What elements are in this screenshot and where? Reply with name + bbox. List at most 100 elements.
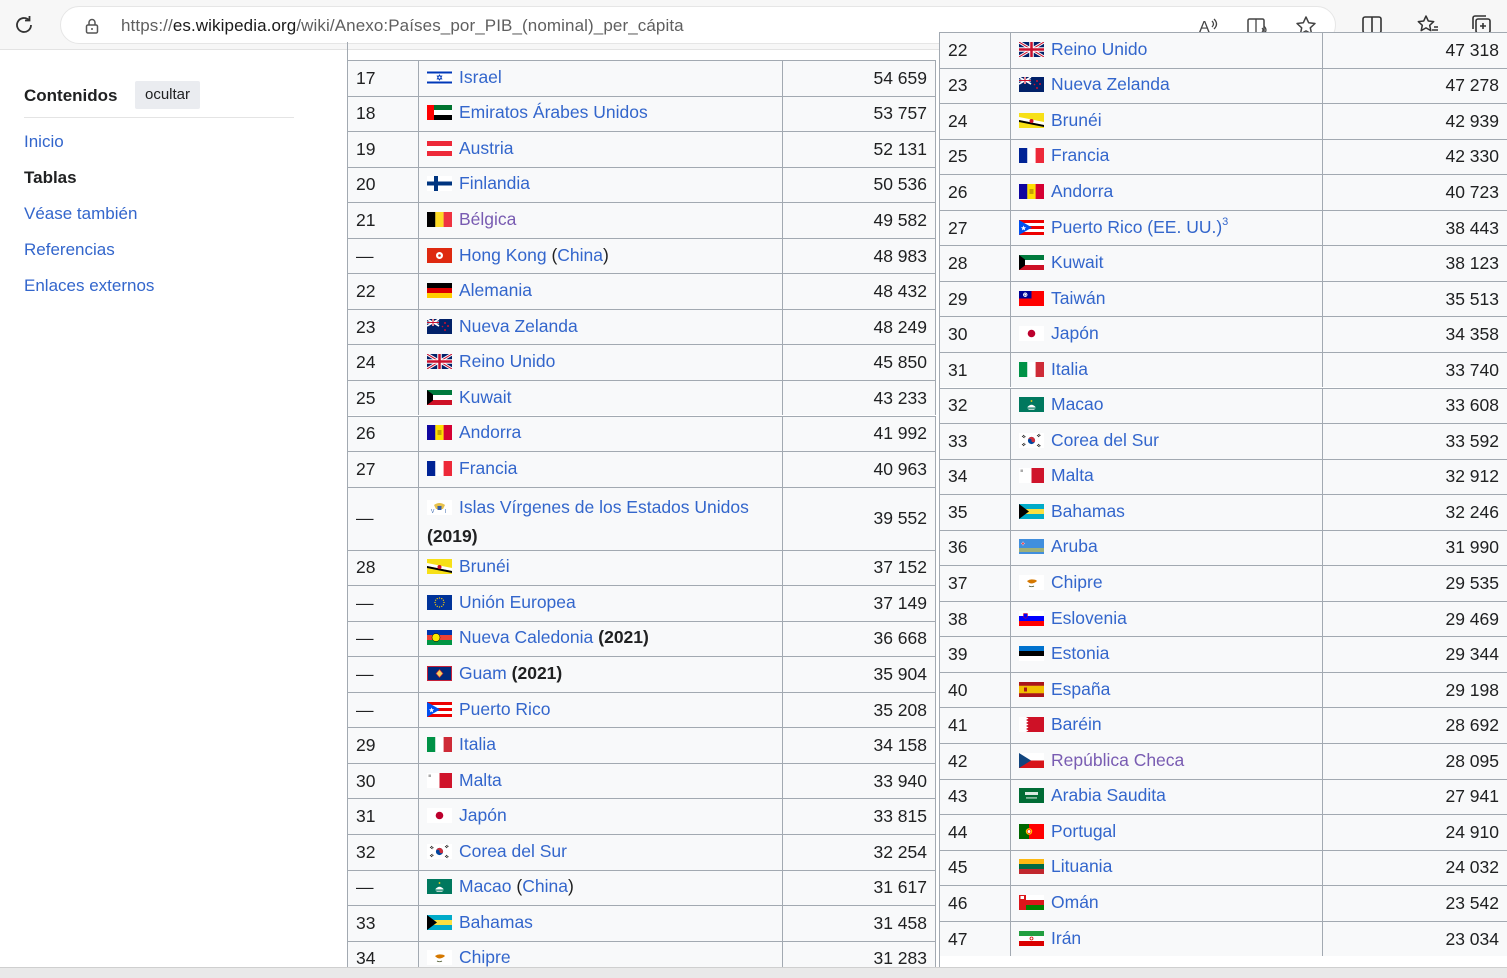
country-link[interactable]: España [1051,679,1110,700]
country-link[interactable]: Andorra [459,422,521,443]
country-link[interactable]: Eslovenia [1051,608,1127,629]
flag-saudi-icon[interactable] [1019,788,1044,804]
flag-malta-icon[interactable] [427,772,452,788]
toc-item-referencias[interactable]: Referencias [24,240,115,260]
lock-icon[interactable] [83,17,101,35]
flag-andorra-icon[interactable] [1019,183,1044,199]
flag-brunei-icon[interactable] [427,559,452,575]
country-link[interactable]: Islas Vírgenes de los Estados Unidos [459,494,749,521]
flag-nz-icon[interactable] [1019,77,1044,93]
flag-portugal-icon[interactable] [1019,823,1044,839]
country-link[interactable]: Andorra [1051,181,1113,202]
flag-pr-icon[interactable] [427,701,452,717]
flag-israel-icon[interactable] [427,69,452,85]
country-link[interactable]: Emiratos Árabes Unidos [459,102,648,123]
country-link[interactable]: Japón [459,805,507,826]
country-link[interactable]: Chipre [1051,572,1103,593]
country-link[interactable]: Unión Europea [459,592,576,613]
flag-uae-icon[interactable] [427,105,452,121]
country-link[interactable]: Reino Unido [1051,39,1147,60]
flag-kuwait-icon[interactable] [1019,255,1044,271]
flag-czech-icon[interactable] [1019,752,1044,768]
country-link[interactable]: República Checa [1051,750,1184,771]
country-link[interactable]: Guam [459,663,507,684]
country-link[interactable]: Malta [1051,465,1094,486]
sovereign-link[interactable]: China [522,876,568,897]
flag-cyprus-icon[interactable] [427,950,452,966]
flag-uk-icon[interactable] [1019,41,1044,57]
flag-newcal-icon[interactable] [427,630,452,646]
sovereign-link[interactable]: China [557,245,603,266]
flag-korea-icon[interactable] [1019,432,1044,448]
country-link[interactable]: Bahamas [459,912,533,933]
flag-belgium-icon[interactable] [427,211,452,227]
country-link[interactable]: Israel [459,67,502,88]
country-link[interactable]: Omán [1051,892,1099,913]
reference-link[interactable]: 3 [1222,216,1228,228]
country-link[interactable]: Reino Unido [459,351,555,372]
toc-item-tablas[interactable]: Tablas [24,168,77,188]
country-link[interactable]: Macao [1051,394,1104,415]
flag-uk-icon[interactable] [427,354,452,370]
country-link[interactable]: Italia [1051,359,1088,380]
country-link[interactable]: Kuwait [459,387,512,408]
country-link[interactable]: Malta [459,770,502,791]
country-link[interactable]: Italia [459,734,496,755]
flag-slovenia-icon[interactable] [1019,610,1044,626]
flag-austria-icon[interactable] [427,140,452,156]
country-link[interactable]: Brunéi [459,556,510,577]
flag-iran-icon[interactable] [1019,930,1044,946]
flag-oman-icon[interactable] [1019,894,1044,910]
country-link[interactable]: Taiwán [1051,288,1105,309]
country-link[interactable]: Macao [459,876,512,897]
country-link[interactable]: Chipre [459,947,511,968]
flag-nz-icon[interactable] [427,318,452,334]
flag-spain-icon[interactable] [1019,681,1044,697]
flag-macao-icon[interactable] [427,879,452,895]
flag-cyprus-icon[interactable] [1019,575,1044,591]
country-link[interactable]: Brunéi [1051,110,1102,131]
country-link[interactable]: Nueva Zelanda [1051,74,1170,95]
country-link[interactable]: Nueva Caledonia [459,627,593,648]
toc-hide-button[interactable]: ocultar [135,81,201,109]
country-link[interactable]: Puerto Rico (EE. UU.) [1051,217,1222,238]
flag-korea-icon[interactable] [427,843,452,859]
country-link[interactable]: Japón [1051,323,1099,344]
flag-france-icon[interactable] [427,460,452,476]
country-link[interactable]: Alemania [459,280,532,301]
country-link[interactable]: Bélgica [459,209,516,230]
flag-malta-icon[interactable] [1019,468,1044,484]
toc-item-enlaces-externos[interactable]: Enlaces externos [24,276,154,296]
country-link[interactable]: Lituania [1051,856,1112,877]
country-link[interactable]: Portugal [1051,821,1116,842]
flag-lithuania-icon[interactable] [1019,859,1044,875]
country-link[interactable]: Aruba [1051,536,1098,557]
flag-italy-icon[interactable] [427,737,452,753]
flag-pr-icon[interactable] [1019,219,1044,235]
flag-france-icon[interactable] [1019,148,1044,164]
flag-eu-icon[interactable] [427,594,452,610]
flag-brunei-icon[interactable] [1019,112,1044,128]
country-link[interactable]: Baréin [1051,714,1102,735]
flag-italy-icon[interactable] [1019,361,1044,377]
country-link[interactable]: Corea del Sur [459,841,567,862]
country-link[interactable]: Francia [459,458,517,479]
toc-item-véase-también[interactable]: Véase también [24,204,137,224]
flag-finland-icon[interactable] [427,176,452,192]
flag-bahrain-icon[interactable] [1019,717,1044,733]
flag-bahamas-icon[interactable] [1019,503,1044,519]
country-link[interactable]: Finlandia [459,173,530,194]
flag-japan-icon[interactable] [1019,326,1044,342]
country-link[interactable]: Estonia [1051,643,1109,664]
country-link[interactable]: Arabia Saudita [1051,785,1166,806]
country-link[interactable]: Hong Kong [459,245,547,266]
country-link[interactable]: Puerto Rico [459,699,550,720]
country-link[interactable]: Austria [459,138,513,159]
flag-bahamas-icon[interactable] [427,914,452,930]
flag-aruba-icon[interactable] [1019,539,1044,555]
country-link[interactable]: Irán [1051,928,1081,949]
flag-hongkong-icon[interactable] [427,247,452,263]
horizontal-scrollbar[interactable] [0,967,1507,978]
flag-kuwait-icon[interactable] [427,389,452,405]
country-link[interactable]: Bahamas [1051,501,1125,522]
